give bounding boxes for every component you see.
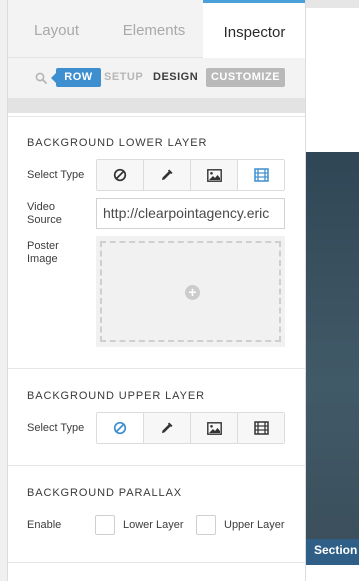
upper-layer-type-selector	[96, 412, 285, 444]
video-source-label: Video Source	[27, 201, 62, 226]
breadcrumb-row[interactable]: ROW	[51, 68, 101, 87]
panel-divider-bar	[8, 98, 305, 113]
upper-layer-checkbox[interactable]	[196, 515, 216, 535]
none-icon	[113, 168, 127, 182]
subnav-customize[interactable]: CUSTOMIZE	[206, 68, 285, 87]
section-next	[8, 562, 305, 581]
type-color-button[interactable]	[144, 413, 191, 443]
video-source-input[interactable]: http://clearpointagency.eric	[96, 198, 285, 229]
panel-tabs: Layout Elements Inspector	[8, 0, 305, 59]
eyedropper-icon	[162, 169, 173, 180]
type-video-button[interactable]	[238, 413, 284, 443]
tab-elements[interactable]: Elements	[105, 0, 203, 58]
type-image-button[interactable]	[191, 160, 238, 190]
canvas-preview: Section	[306, 0, 359, 581]
eyedropper-icon	[162, 422, 173, 433]
type-image-button[interactable]	[191, 413, 238, 443]
search-icon[interactable]	[35, 72, 47, 84]
type-none-button[interactable]	[97, 413, 144, 443]
image-icon	[206, 168, 222, 182]
poster-dashed-area: +	[100, 241, 281, 342]
type-none-button[interactable]	[97, 160, 144, 190]
upper-layer-label: Upper Layer	[224, 519, 285, 531]
poster-image-dropzone[interactable]: +	[96, 236, 285, 347]
section-label[interactable]: Section	[306, 539, 359, 563]
canvas-top-strip	[306, 0, 359, 8]
lower-layer-type-selector	[96, 159, 285, 191]
subnav-design[interactable]: DESIGN	[153, 68, 198, 87]
subnav-setup[interactable]: SETUP	[104, 68, 143, 87]
video-icon	[253, 421, 269, 435]
none-icon	[113, 421, 127, 435]
video-icon	[253, 168, 269, 182]
section-title: BACKGROUND UPPER LAYER	[27, 390, 205, 402]
panel-left-edge	[0, 0, 8, 581]
enable-label: Enable	[27, 519, 62, 531]
image-icon	[206, 421, 222, 435]
type-color-button[interactable]	[144, 160, 191, 190]
canvas-section-background[interactable]	[306, 152, 359, 539]
tab-inspector[interactable]: Inspector	[203, 0, 305, 59]
select-type-label: Select Type	[27, 422, 85, 434]
section-background-parallax: BACKGROUND PARALLAX	[8, 465, 305, 562]
section-title: BACKGROUND PARALLAX	[27, 487, 183, 499]
section-title: BACKGROUND LOWER LAYER	[27, 137, 208, 149]
type-video-button[interactable]	[238, 160, 284, 190]
poster-image-label: Poster Image	[27, 240, 59, 265]
inspector-panel: Layout Elements Inspector ROW SETUP DESI…	[8, 0, 306, 581]
canvas-bottom	[306, 563, 359, 581]
tab-layout[interactable]: Layout	[8, 0, 105, 58]
add-icon[interactable]: +	[185, 285, 200, 300]
select-type-label: Select Type	[27, 169, 85, 181]
lower-layer-label: Lower Layer	[123, 519, 184, 531]
lower-layer-checkbox[interactable]	[95, 515, 115, 535]
